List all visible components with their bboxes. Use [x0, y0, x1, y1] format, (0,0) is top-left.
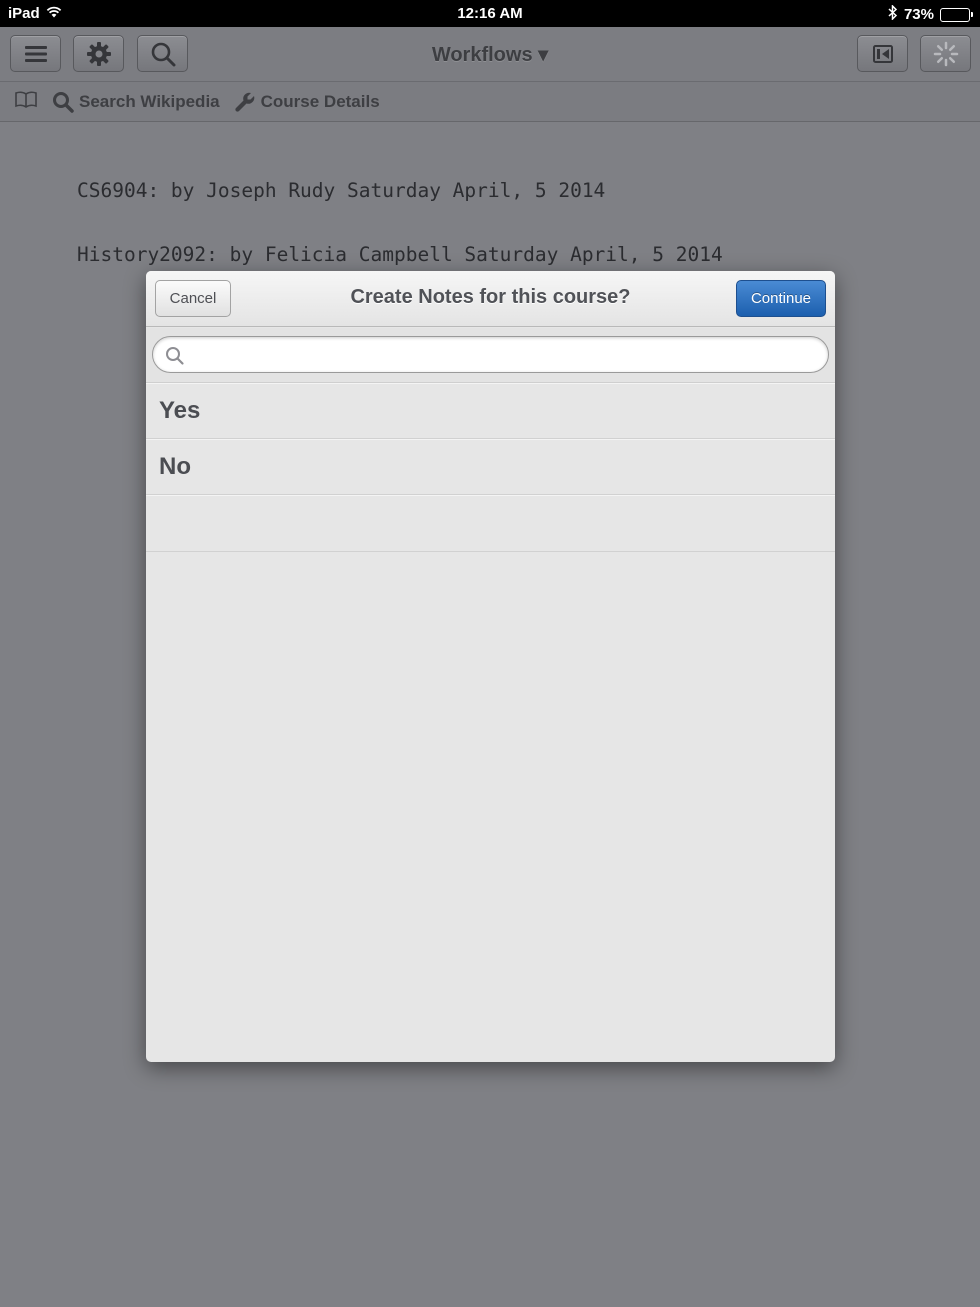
create-notes-dialog: Cancel Create Notes for this course? Con…: [146, 271, 835, 1062]
spinner-icon: [933, 41, 958, 66]
sidebar-toggle-button[interactable]: [857, 35, 908, 72]
battery-percent: 73%: [903, 6, 934, 23]
search-icon: [166, 347, 184, 365]
dialog-header: Cancel Create Notes for this course? Con…: [146, 271, 835, 327]
option-no[interactable]: No: [146, 439, 835, 495]
continue-button[interactable]: Continue: [736, 280, 826, 317]
option-yes[interactable]: Yes: [146, 383, 835, 439]
book-icon[interactable]: [14, 90, 38, 113]
activity-button[interactable]: [920, 35, 971, 72]
search-wikipedia-link[interactable]: Search Wikipedia: [52, 91, 220, 113]
document-line: CS6904: by Joseph Rudy Saturday April, 5…: [77, 179, 606, 202]
wrench-icon: [235, 92, 254, 112]
dialog-search-input[interactable]: [191, 341, 811, 369]
empty-row: [146, 495, 835, 552]
dialog-title: Create Notes for this course?: [350, 286, 631, 308]
bluetooth-icon: [888, 4, 898, 24]
workflows-dropdown[interactable]: Workflows ▾: [0, 42, 980, 67]
search-icon: [53, 91, 74, 113]
skip-back-icon: [872, 44, 893, 63]
dialog-search-box[interactable]: [152, 336, 829, 373]
secondary-toolbar: Search Wikipedia Course Details: [0, 82, 980, 122]
search-wikipedia-label: Search Wikipedia: [79, 91, 220, 111]
options-list: Yes No: [146, 383, 835, 552]
course-details-label: Course Details: [260, 91, 380, 111]
battery-icon: [940, 7, 973, 22]
toolbar: Workflows ▾: [0, 27, 980, 82]
status-bar: iPad 12:16 AM 73%: [0, 0, 980, 27]
status-time: 12:16 AM: [457, 5, 523, 22]
course-details-link[interactable]: Course Details: [234, 91, 380, 113]
dialog-search-bar: [146, 328, 835, 383]
